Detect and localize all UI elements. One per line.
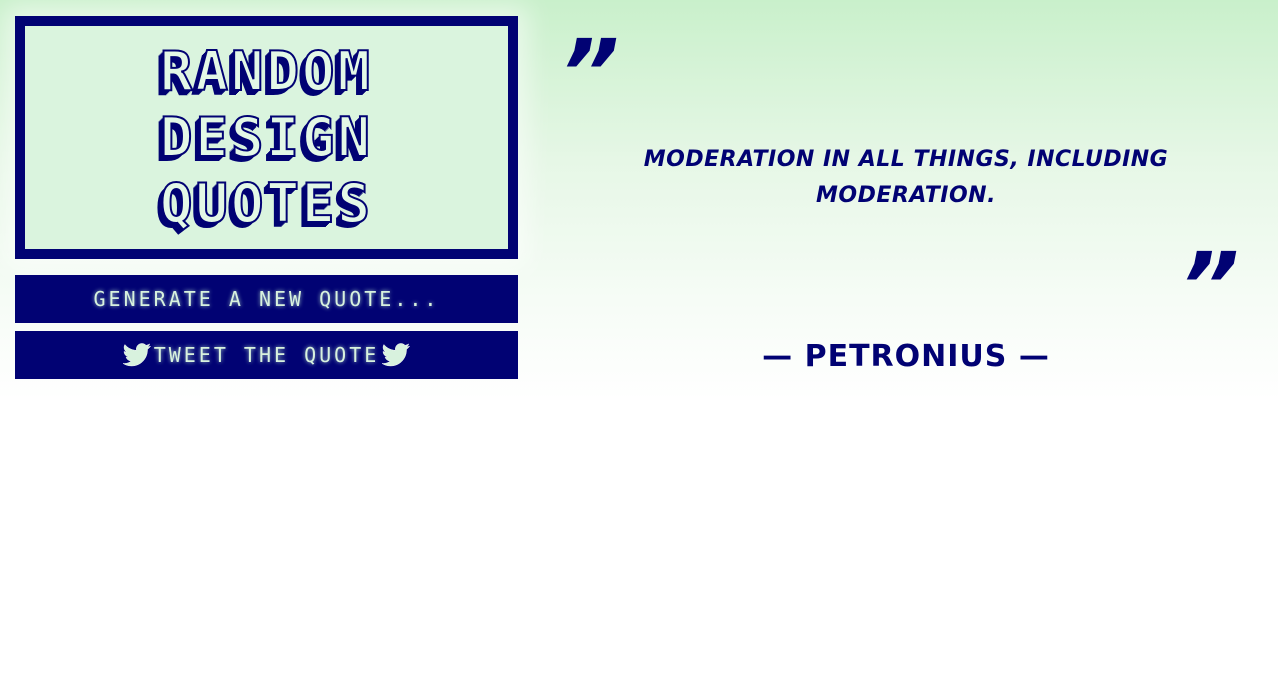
tweet-quote-label: Tweet the quote <box>153 343 380 367</box>
generate-quote-label: Generate a new quote... <box>93 287 440 311</box>
app-title-box: Random Design Quotes <box>15 16 518 259</box>
app-title-line-3: Quotes <box>159 171 374 236</box>
app-title-line-2: Design <box>159 105 374 170</box>
twitter-bird-icon <box>122 343 151 367</box>
tweet-quote-button[interactable]: Tweet the quote <box>15 331 518 379</box>
twitter-bird-icon <box>382 343 411 367</box>
app-title-line-1: Random <box>159 39 374 104</box>
close-quote-mark: ” <box>1180 233 1240 340</box>
open-quote-mark: ” <box>560 20 620 127</box>
left-column: Random Design Quotes Generate a new quot… <box>15 16 518 379</box>
quote-author: — Petronius — <box>762 339 1050 374</box>
generate-quote-button[interactable]: Generate a new quote... <box>15 275 518 323</box>
quote-text: Moderation in all things, including mode… <box>643 147 1169 208</box>
